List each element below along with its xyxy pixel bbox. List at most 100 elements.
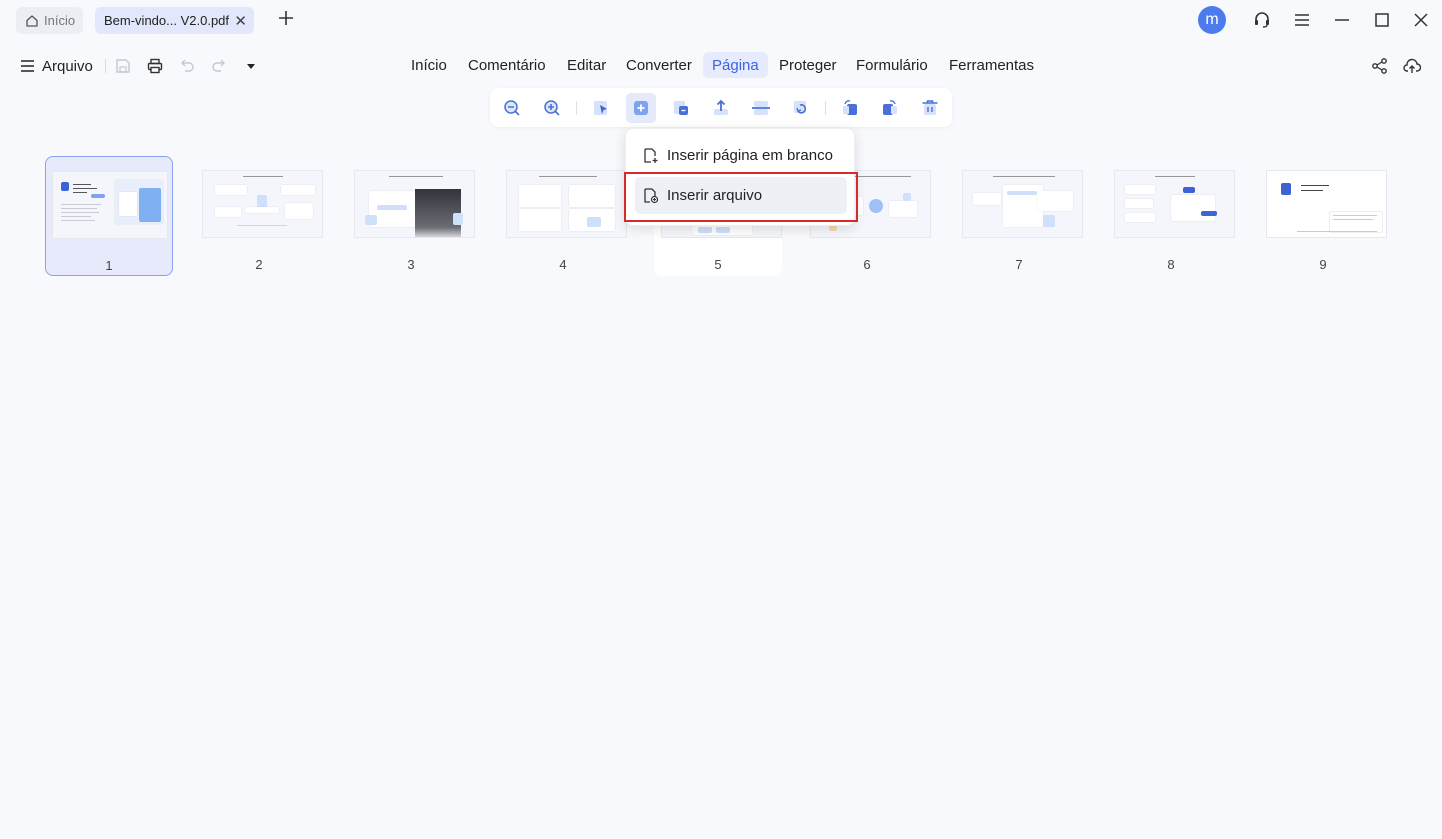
insert-page-button[interactable] (626, 93, 656, 123)
menu-proteger[interactable]: Proteger (779, 52, 837, 78)
file-menu-button[interactable]: Arquivo (20, 56, 93, 76)
hamburger-icon (21, 60, 34, 72)
zoom-out-button[interactable] (501, 97, 523, 119)
crop-page-icon (794, 101, 807, 114)
select-icon (594, 101, 607, 115)
page-number: 9 (1319, 257, 1327, 272)
tab-document-label: Bem-vindo... V2.0.pdf (104, 13, 230, 28)
share-icon (1372, 58, 1387, 74)
divider (825, 101, 826, 115)
insert-blank-page-label: Inserir página em branco (667, 147, 833, 164)
page-preview (962, 170, 1083, 238)
divider (576, 101, 577, 115)
split-page-icon (752, 101, 770, 115)
hamburger-icon (1295, 14, 1309, 26)
caret-down-icon (247, 64, 255, 69)
maximize-button[interactable] (1372, 10, 1392, 30)
file-menu-label: Arquivo (42, 57, 93, 75)
extract-page-icon (714, 99, 728, 115)
save-button[interactable] (114, 57, 132, 75)
file-insert-icon (644, 188, 659, 204)
close-tab-icon[interactable]: ✕ (234, 12, 247, 30)
page-number: 6 (863, 257, 871, 272)
page-thumbnail-8[interactable]: 8 (1107, 156, 1235, 276)
insert-page-dropdown: Inserir página em branco Inserir arquivo (625, 128, 855, 226)
tab-home[interactable]: Início (16, 7, 83, 34)
extract-page-button[interactable] (710, 97, 732, 119)
quick-access-dropdown[interactable] (242, 57, 260, 75)
page-preview (1266, 170, 1387, 238)
insert-file-label: Inserir arquivo (667, 187, 763, 204)
share-button[interactable] (1371, 57, 1389, 75)
avatar[interactable]: m (1198, 6, 1226, 34)
page-number: 5 (714, 257, 722, 272)
page-number: 8 (1167, 257, 1175, 272)
menu-editar[interactable]: Editar (567, 52, 606, 78)
support-button[interactable] (1252, 10, 1272, 30)
page-thumbnail-1[interactable]: 1 (45, 156, 173, 276)
select-page-button[interactable] (590, 97, 612, 119)
cloud-upload-button[interactable] (1403, 57, 1422, 75)
close-icon (1414, 13, 1428, 27)
minimize-button[interactable] (1332, 10, 1352, 30)
page-preview (202, 170, 323, 238)
page-number: 7 (1015, 257, 1023, 272)
page-thumbnail-2[interactable]: 2 (195, 156, 323, 276)
undo-button[interactable] (178, 57, 196, 75)
title-bar: Início Bem-vindo... V2.0.pdf ✕ m (0, 0, 1442, 40)
page-thumbnail-7[interactable]: 7 (955, 156, 1083, 276)
tab-home-label: Início (44, 13, 76, 28)
replace-page-button[interactable] (670, 97, 692, 119)
menu-ferramentas[interactable]: Ferramentas (949, 52, 1034, 78)
maximize-icon (1375, 13, 1389, 27)
printer-icon (147, 58, 163, 74)
zoom-in-icon (544, 100, 560, 116)
zoom-out-icon (504, 100, 520, 116)
undo-icon (181, 59, 194, 72)
home-icon (26, 14, 38, 27)
close-window-button[interactable] (1411, 10, 1431, 30)
redo-button[interactable] (210, 57, 228, 75)
save-icon (116, 59, 130, 73)
page-number: 4 (559, 257, 567, 272)
page-preview (506, 170, 627, 238)
redo-icon (212, 59, 225, 72)
menu-inicio[interactable]: Início (411, 52, 447, 78)
page-toolbar (490, 88, 952, 127)
zoom-in-button[interactable] (541, 97, 563, 119)
rotate-left-button[interactable] (839, 97, 861, 119)
page-preview (1114, 170, 1235, 238)
cloud-upload-icon (1403, 58, 1422, 73)
rotate-right-icon (883, 100, 897, 115)
insert-file-item[interactable]: Inserir arquivo (635, 177, 847, 214)
trash-icon (922, 100, 938, 115)
new-tab-button[interactable] (276, 8, 296, 28)
split-page-button[interactable] (750, 97, 772, 119)
page-thumbnail-4[interactable]: 4 (499, 156, 627, 276)
rotate-right-button[interactable] (879, 97, 901, 119)
minimize-icon (1335, 19, 1349, 21)
menu-converter[interactable]: Converter (626, 52, 692, 78)
print-button[interactable] (146, 57, 164, 75)
blank-page-plus-icon (644, 148, 658, 163)
page-number: 3 (407, 257, 415, 272)
headset-icon (1255, 12, 1269, 28)
page-preview (52, 171, 168, 239)
insert-blank-page-item[interactable]: Inserir página em branco (635, 137, 847, 174)
menu-formulario[interactable]: Formulário (856, 52, 928, 78)
delete-page-button[interactable] (919, 97, 941, 119)
divider (105, 59, 106, 73)
rotate-left-icon (843, 100, 857, 115)
plus-icon (279, 11, 293, 25)
crop-page-button[interactable] (790, 97, 812, 119)
menu-bar: Arquivo Início Comentário Editar Convert… (0, 48, 1442, 84)
menu-button[interactable] (1292, 10, 1312, 30)
page-thumbnail-9[interactable]: 9 (1259, 156, 1387, 276)
tab-document[interactable]: Bem-vindo... V2.0.pdf ✕ (95, 7, 254, 34)
menu-comentario[interactable]: Comentário (468, 52, 546, 78)
page-preview (354, 170, 475, 238)
page-number: 2 (255, 257, 263, 272)
menu-pagina[interactable]: Página (703, 52, 768, 78)
page-number: 1 (105, 258, 113, 273)
page-thumbnail-3[interactable]: 3 (347, 156, 475, 276)
